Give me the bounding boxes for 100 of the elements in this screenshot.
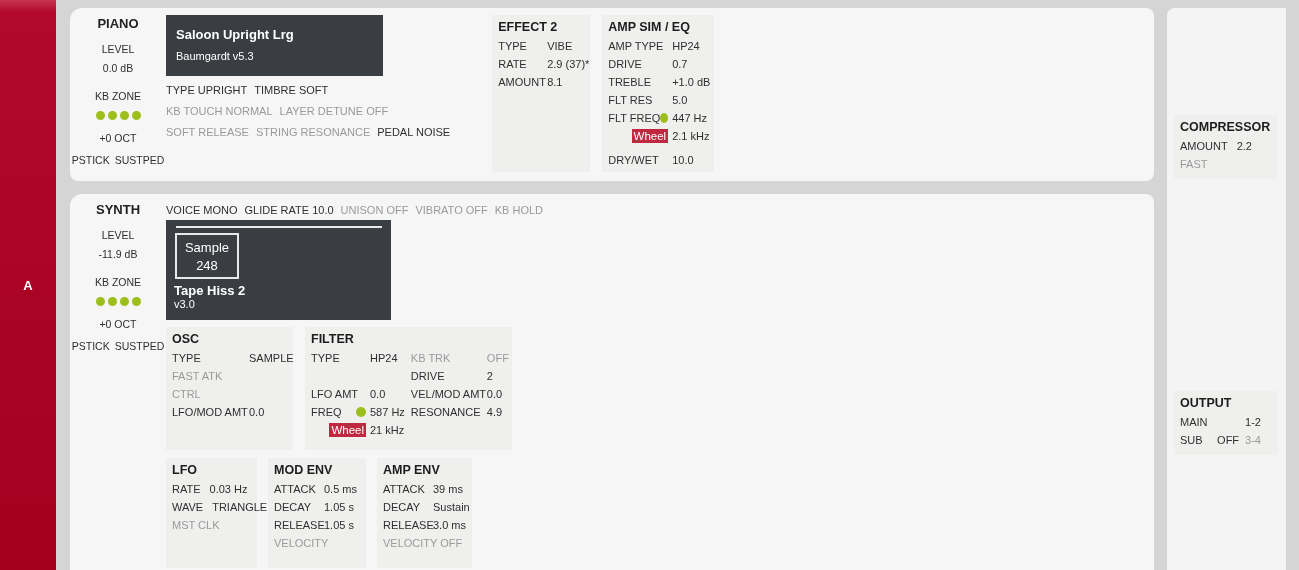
param-value: TRIANGLE: [212, 501, 268, 513]
part-tab-label: A: [23, 277, 33, 293]
option-label: PEDAL NOISE: [377, 126, 451, 138]
param-label: RELEASE: [383, 519, 434, 531]
param-value: 1-2: [1245, 416, 1261, 428]
section-title: AMP ENV: [383, 463, 441, 477]
param-label: TREBLE: [608, 76, 651, 88]
param-value: 10.0: [672, 154, 694, 166]
octave-value: +0 OCT: [99, 318, 137, 330]
level-label: LEVEL: [101, 43, 135, 55]
option-label: VOICE MONO: [166, 204, 238, 216]
option-label: GLIDE RATE 10.0: [244, 204, 334, 216]
param-label: VEL/MOD AMT: [410, 388, 487, 400]
part-tab[interactable]: A: [0, 0, 56, 570]
param-value: 0.0: [370, 388, 386, 400]
pedal-label: PSTICK: [71, 154, 110, 166]
param-value: 2: [486, 370, 493, 382]
param-label: AMOUNT: [498, 76, 546, 88]
sample-label: Sample: [184, 239, 230, 255]
param-value: 4.9: [486, 406, 503, 418]
param-value: 2.2: [1236, 140, 1252, 152]
pedal-label: SUSTPED: [114, 340, 165, 352]
level-value: -11.9 dB: [98, 248, 138, 260]
param-label: TYPE: [311, 352, 340, 364]
wheel-tag: Wheel: [631, 129, 669, 143]
param-label: SUB: [1180, 434, 1203, 446]
param-value: 0.03 Hz: [209, 483, 248, 495]
param-value: 0.5 ms: [324, 483, 357, 495]
option-label: UNISON OFF: [340, 204, 409, 216]
option-label: TIMBRE SOFT: [254, 84, 329, 96]
param-label: MST CLK: [172, 519, 220, 531]
param-value: 447 Hz: [672, 112, 708, 124]
option-label: SOFT RELEASE: [166, 126, 249, 138]
param-value: 39 ms: [433, 483, 463, 495]
section-title: EFFECT 2: [498, 20, 559, 34]
option-label: KB TOUCH NORMAL: [166, 105, 273, 117]
param-label: FREQ: [311, 406, 342, 418]
param-label: RESONANCE: [410, 406, 481, 418]
param-label: FAST ATK: [172, 370, 223, 382]
param-value: OFF: [486, 352, 509, 364]
param-value: 0.0: [486, 388, 503, 400]
program-display[interactable]: Saloon Upright Lrg Baumgardt v5.3: [166, 15, 383, 76]
param-value: 8.1: [547, 76, 563, 88]
kb-zone-label: KB ZONE: [94, 276, 142, 288]
param-value: 2.1 kHz: [672, 130, 710, 142]
param-value: OFF: [1217, 434, 1240, 446]
param-value: 5.0: [672, 94, 688, 106]
param-value: HP24: [672, 40, 700, 52]
section-title: COMPRESSOR: [1180, 120, 1272, 134]
kb-zone-label: KB ZONE: [94, 90, 142, 102]
section-title: OSC: [172, 332, 201, 346]
option-label: TYPE UPRIGHT: [166, 84, 248, 96]
param-value: 0.7: [672, 58, 688, 70]
param-label: DECAY: [274, 501, 312, 513]
param-label: VELOCITY OFF: [383, 537, 463, 549]
wheel-tag: Wheel: [329, 423, 366, 437]
param-value: +1.0 dB: [672, 76, 711, 88]
param-label: AMOUNT: [1180, 140, 1228, 152]
param-label: FLT FREQ: [608, 112, 661, 124]
program-display[interactable]: Sample 248 Tape Hiss 2 v3.0: [166, 220, 391, 320]
section-title: AMP SIM / EQ: [608, 20, 691, 34]
level-label: LEVEL: [101, 229, 135, 241]
sample-number: 248: [196, 257, 218, 273]
param-label: WAVE: [172, 501, 204, 513]
param-value: SAMPLE: [249, 352, 294, 364]
param-label: FLT RES: [608, 94, 653, 106]
option-label: LAYER DETUNE OFF: [279, 105, 389, 117]
param-label: AMP TYPE: [608, 40, 664, 52]
param-label: LFO AMT: [311, 388, 359, 400]
param-label: DRIVE: [608, 58, 642, 70]
param-label: TYPE: [498, 40, 527, 52]
param-label: RATE: [498, 58, 527, 70]
program-name: Tape Hiss 2: [174, 283, 247, 298]
option-label: VIBRATO OFF: [415, 204, 488, 216]
morph-dot-icon: [356, 407, 366, 417]
param-value: 21 kHz: [370, 424, 405, 436]
section-title: FILTER: [311, 332, 355, 346]
param-label: CTRL: [172, 388, 201, 400]
param-label: RELEASE: [274, 519, 325, 531]
param-value: 587 Hz: [370, 406, 405, 418]
param-value: Sustain: [433, 501, 470, 513]
param-value: 2.9 (37)*: [547, 58, 590, 70]
part-title: PIANO: [97, 16, 139, 31]
morph-dot-icon: [660, 113, 669, 123]
param-value: 3.0 ms: [433, 519, 466, 531]
param-value: 1.05 s: [324, 519, 354, 531]
section-title: LFO: [172, 463, 198, 477]
param-label: RATE: [172, 483, 201, 495]
pedal-label: SUSTPED: [114, 154, 165, 166]
param-label: MAIN: [1180, 416, 1208, 428]
level-value: 0.0 dB: [102, 62, 134, 74]
section-title: OUTPUT: [1180, 396, 1233, 410]
param-label: DECAY: [383, 501, 421, 513]
section-title: MOD ENV: [274, 463, 334, 477]
program-version: Baumgardt v5.3: [176, 50, 255, 62]
param-label: LFO/MOD AMT: [172, 406, 248, 418]
param-value: 3-4: [1245, 434, 1261, 446]
param-label: VELOCITY: [274, 537, 329, 549]
part-title: SYNTH: [95, 202, 141, 217]
param-label: KB TRK: [410, 352, 451, 364]
